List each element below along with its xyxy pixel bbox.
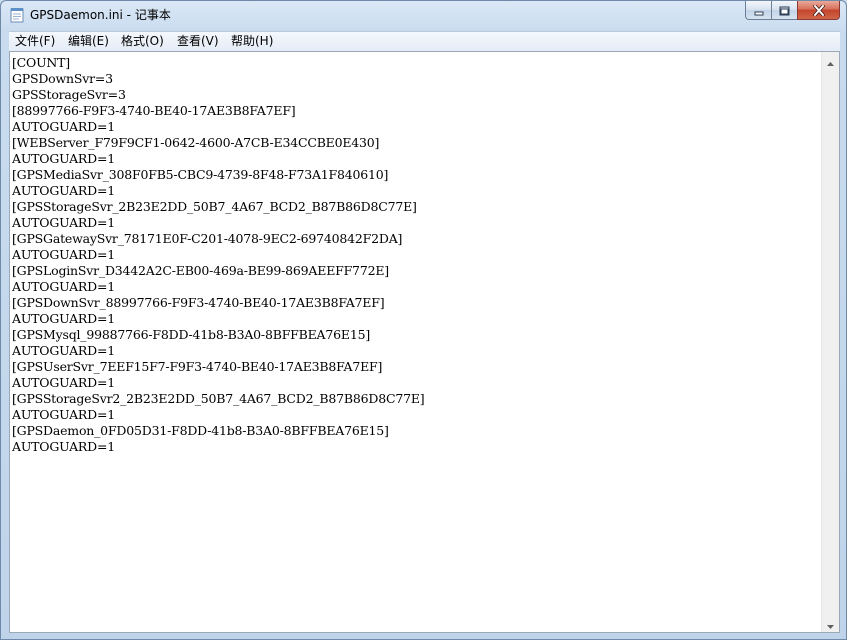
menu-edit[interactable]: 编辑(E) [68,34,109,49]
text-line: [88997766-F9F3-4740-BE40-17AE3B8FA7EF] [12,103,296,118]
text-line: [GPSMysql_99887766-F8DD-41b8-B3A0-8BFFBE… [12,327,370,342]
menu-bar: 文件(F) 编辑(E) 格式(O) 查看(V) 帮助(H) [9,31,840,51]
text-line: AUTOGUARD=1 [12,183,115,198]
menu-file[interactable]: 文件(F) [15,34,55,49]
maximize-icon [779,1,790,20]
text-line: AUTOGUARD=1 [12,215,115,230]
text-line: [COUNT] [12,55,70,70]
text-line: [GPSMediaSvr_308F0FB5-CBC9-4739-8F48-F73… [12,167,389,182]
text-line: [WEBServer_F79F9CF1-0642-4600-A7CB-E34CC… [12,135,380,150]
text-line: AUTOGUARD=1 [12,151,115,166]
title-bar[interactable]: GPSDaemon.ini - 记事本 [1,1,846,30]
text-line: AUTOGUARD=1 [12,119,115,134]
text-line: [GPSDownSvr_88997766-F9F3-4740-BE40-17AE… [12,295,385,310]
text-line: [GPSUserSvr_7EEF15F7-F9F3-4740-BE40-17AE… [12,359,383,374]
text-line: AUTOGUARD=1 [12,279,115,294]
editor-text[interactable]: [COUNT] GPSDownSvr=3 GPSStorageSvr=3 [88… [12,55,822,630]
text-line: [GPSGatewaySvr_78171E0F-C201-4078-9EC2-6… [12,231,403,246]
text-line: AUTOGUARD=1 [12,375,115,390]
vertical-scrollbar[interactable] [821,52,839,632]
close-icon [812,1,825,20]
text-line: AUTOGUARD=1 [12,343,115,358]
arrow-up-icon [827,51,834,70]
minimize-button[interactable] [745,1,771,20]
maximize-button[interactable] [771,1,797,20]
text-line: [GPSStorageSvr_2B23E2DD_50B7_4A67_BCD2_B… [12,199,417,214]
window-title: GPSDaemon.ini - 记事本 [30,8,171,22]
text-line: AUTOGUARD=1 [12,311,115,326]
text-line: GPSStorageSvr=3 [12,87,126,102]
menu-help[interactable]: 帮助(H) [231,34,273,49]
scroll-down-button[interactable] [822,615,839,632]
menu-format[interactable]: 格式(O) [121,34,164,49]
notepad-icon[interactable] [10,7,24,23]
caption-buttons [745,1,840,21]
text-line: AUTOGUARD=1 [12,439,115,454]
menu-view[interactable]: 查看(V) [177,34,219,49]
arrow-down-icon [827,614,834,633]
text-line: AUTOGUARD=1 [12,407,115,422]
close-button[interactable] [797,1,840,20]
scroll-up-button[interactable] [822,52,839,69]
text-line: [GPSLoginSvr_D3442A2C-EB00-469a-BE99-869… [12,263,389,278]
text-editor[interactable]: [COUNT] GPSDownSvr=3 GPSStorageSvr=3 [88… [9,51,840,633]
text-line: GPSDownSvr=3 [12,71,113,86]
minimize-icon [754,1,764,20]
text-line: [GPSStorageSvr2_2B23E2DD_50B7_4A67_BCD2_… [12,391,425,406]
notepad-window: GPSDaemon.ini - 记事本 文件(F) 编辑(E) 格式(O) 查看… [0,0,847,640]
text-line: [GPSDaemon_0FD05D31-F8DD-41b8-B3A0-8BFFB… [12,423,389,438]
text-line: AUTOGUARD=1 [12,247,115,262]
